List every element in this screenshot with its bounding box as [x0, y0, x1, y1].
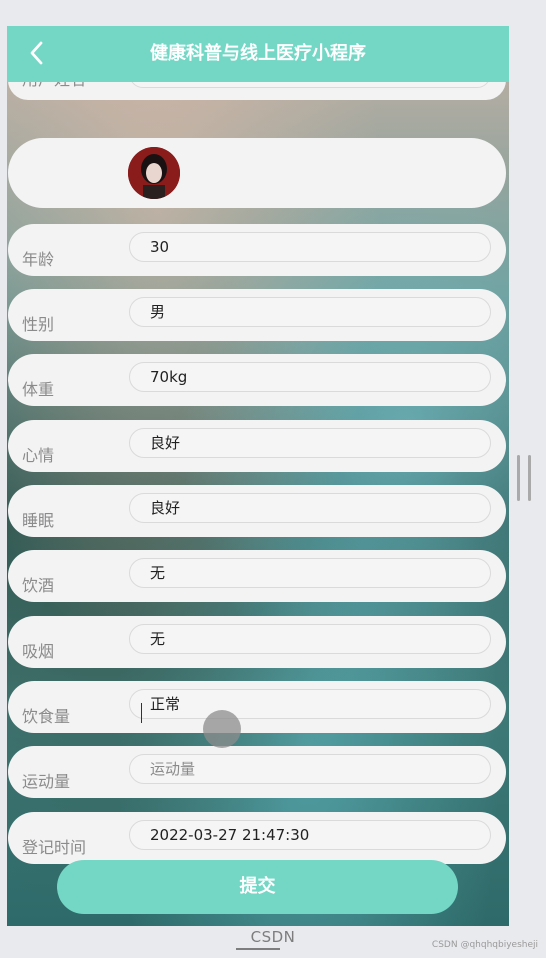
watermark-underline: [236, 948, 280, 950]
form-row-avatar: [8, 138, 506, 208]
smoking-input[interactable]: 无: [129, 624, 491, 654]
form-row-exercise: 运动量 运动量: [8, 746, 506, 798]
form-row-drinking: 饮酒 无: [8, 550, 506, 602]
field-label: 吸烟: [22, 642, 55, 661]
weight-input[interactable]: 70kg: [129, 362, 491, 392]
diet-input[interactable]: 正常: [129, 689, 491, 719]
user-avatar[interactable]: [128, 147, 180, 199]
navbar: 健康科普与线上医疗小程序: [7, 26, 509, 82]
form: 用户姓名 年龄 30 性别 男 体重 70kg: [7, 60, 509, 926]
field-label: 体重: [22, 380, 55, 399]
watermark-right: CSDN @qhqhqbiyesheji: [431, 940, 538, 950]
sleep-input[interactable]: 良好: [129, 493, 491, 523]
form-row-diet: 饮食量 正常: [8, 681, 506, 733]
text-caret: [141, 703, 142, 723]
field-label: 睡眠: [22, 511, 55, 530]
bottom-bar: CSDN CSDN @qhqhqbiyesheji: [0, 926, 546, 958]
field-label: 登记时间: [22, 838, 87, 857]
age-input[interactable]: 30: [129, 232, 491, 262]
form-row-age: 年龄 30: [8, 224, 506, 276]
phone-screen: 健康科普与线上医疗小程序 用户姓名 年龄 30 性别 男: [7, 26, 509, 926]
page-title: 健康科普与线上医疗小程序: [150, 43, 366, 64]
form-row-sleep: 睡眠 良好: [8, 485, 506, 537]
field-label: 饮食量: [22, 707, 71, 726]
exercise-input[interactable]: 运动量: [129, 754, 491, 784]
form-row-weight: 体重 70kg: [8, 354, 506, 406]
form-row-mood: 心情 良好: [8, 420, 506, 472]
gender-input[interactable]: 男: [129, 297, 491, 327]
mood-input[interactable]: 良好: [129, 428, 491, 458]
field-label: 年龄: [22, 250, 55, 269]
form-row-smoking: 吸烟 无: [8, 616, 506, 668]
field-label: 饮酒: [22, 576, 55, 595]
scrollbar-handle[interactable]: [517, 455, 531, 501]
register-time-input[interactable]: 2022-03-27 21:47:30: [129, 820, 491, 850]
submit-button[interactable]: 提交: [57, 860, 458, 914]
field-label: 心情: [22, 446, 55, 465]
form-row-gender: 性别 男: [8, 289, 506, 341]
field-label: 性别: [22, 315, 55, 334]
touch-cursor-icon: [203, 710, 241, 748]
field-label: 运动量: [22, 772, 71, 791]
drinking-input[interactable]: 无: [129, 558, 491, 588]
form-row-register-time: 登记时间 2022-03-27 21:47:30: [8, 812, 506, 864]
